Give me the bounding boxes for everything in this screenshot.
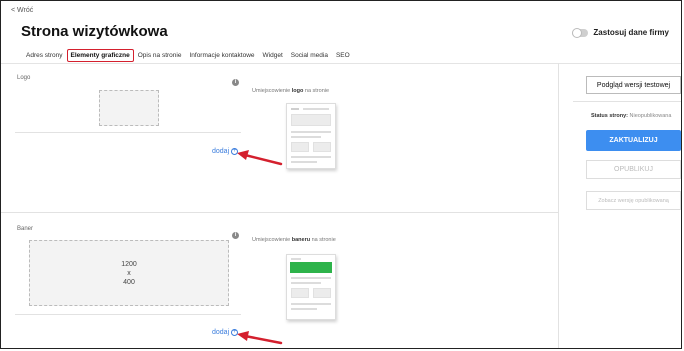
tab-social-media[interactable]: Social media (287, 49, 332, 62)
logo-info-icon[interactable]: i (232, 79, 239, 86)
sidebar-separator (573, 101, 681, 102)
company-data-toggle-label: Zastosuj dane firmy (593, 28, 669, 37)
back-link[interactable]: < Wróć (11, 7, 33, 14)
tab-widget[interactable]: Widget (259, 49, 287, 62)
logo-divider (15, 132, 241, 133)
company-data-toggle[interactable] (572, 27, 589, 38)
page-status: Status strony: Nieopublikowana (591, 113, 672, 119)
tab-opis-na-stronie[interactable]: Opis na stronie (134, 49, 186, 62)
banner-highlight (290, 262, 332, 273)
section-separator (1, 212, 558, 213)
update-button[interactable]: ZAKTUALIZUJ (586, 130, 681, 151)
banner-section-label: Baner (17, 226, 34, 232)
page-title: Strona wizytówkowa (21, 23, 168, 40)
banner-upload-placeholder[interactable]: 1200 x 400 (29, 240, 229, 306)
tab-elementy-graficzne[interactable]: Elementy graficzne (66, 49, 134, 62)
status-value: Nieopublikowana (629, 113, 672, 119)
view-published-button[interactable]: Zobacz wersję opublikowaną (586, 191, 681, 210)
banner-placement-preview (286, 254, 336, 320)
publish-button[interactable]: OPUBLIKUJ (586, 160, 681, 179)
company-data-toggle-group: Zastosuj dane firmy (572, 27, 669, 38)
tab-divider (1, 63, 681, 64)
banner-placement-caption: Umiejscowienie baneru na stronie (252, 237, 336, 243)
preview-test-version-button[interactable]: Podgląd wersji testowej (586, 76, 681, 94)
logo-upload-placeholder[interactable] (99, 90, 159, 126)
app-window: < Wróć Strona wizytówkowa Zastosuj dane … (0, 0, 682, 349)
tab-bar: Adres strony Elementy graficzne Opis na … (22, 49, 354, 62)
tab-seo[interactable]: SEO (332, 49, 354, 62)
banner-size-text: 1200 x 400 (121, 261, 137, 286)
logo-section-label: Logo (17, 75, 31, 81)
tab-informacje-kontaktowe[interactable]: Informacje kontaktowe (185, 49, 258, 62)
logo-placement-caption: Umiejscowienie logo na stronie (252, 88, 330, 94)
logo-add-label: dodaj (212, 148, 230, 155)
banner-add-label: dodaj (212, 329, 230, 336)
sidebar-divider (558, 63, 559, 348)
banner-pointer-arrow-icon (237, 331, 283, 345)
logo-placement-preview (286, 103, 336, 169)
banner-divider (15, 314, 241, 315)
logo-pointer-arrow-icon (237, 150, 283, 166)
tab-adres-strony[interactable]: Adres strony (22, 49, 67, 62)
banner-info-icon[interactable]: i (232, 232, 239, 239)
